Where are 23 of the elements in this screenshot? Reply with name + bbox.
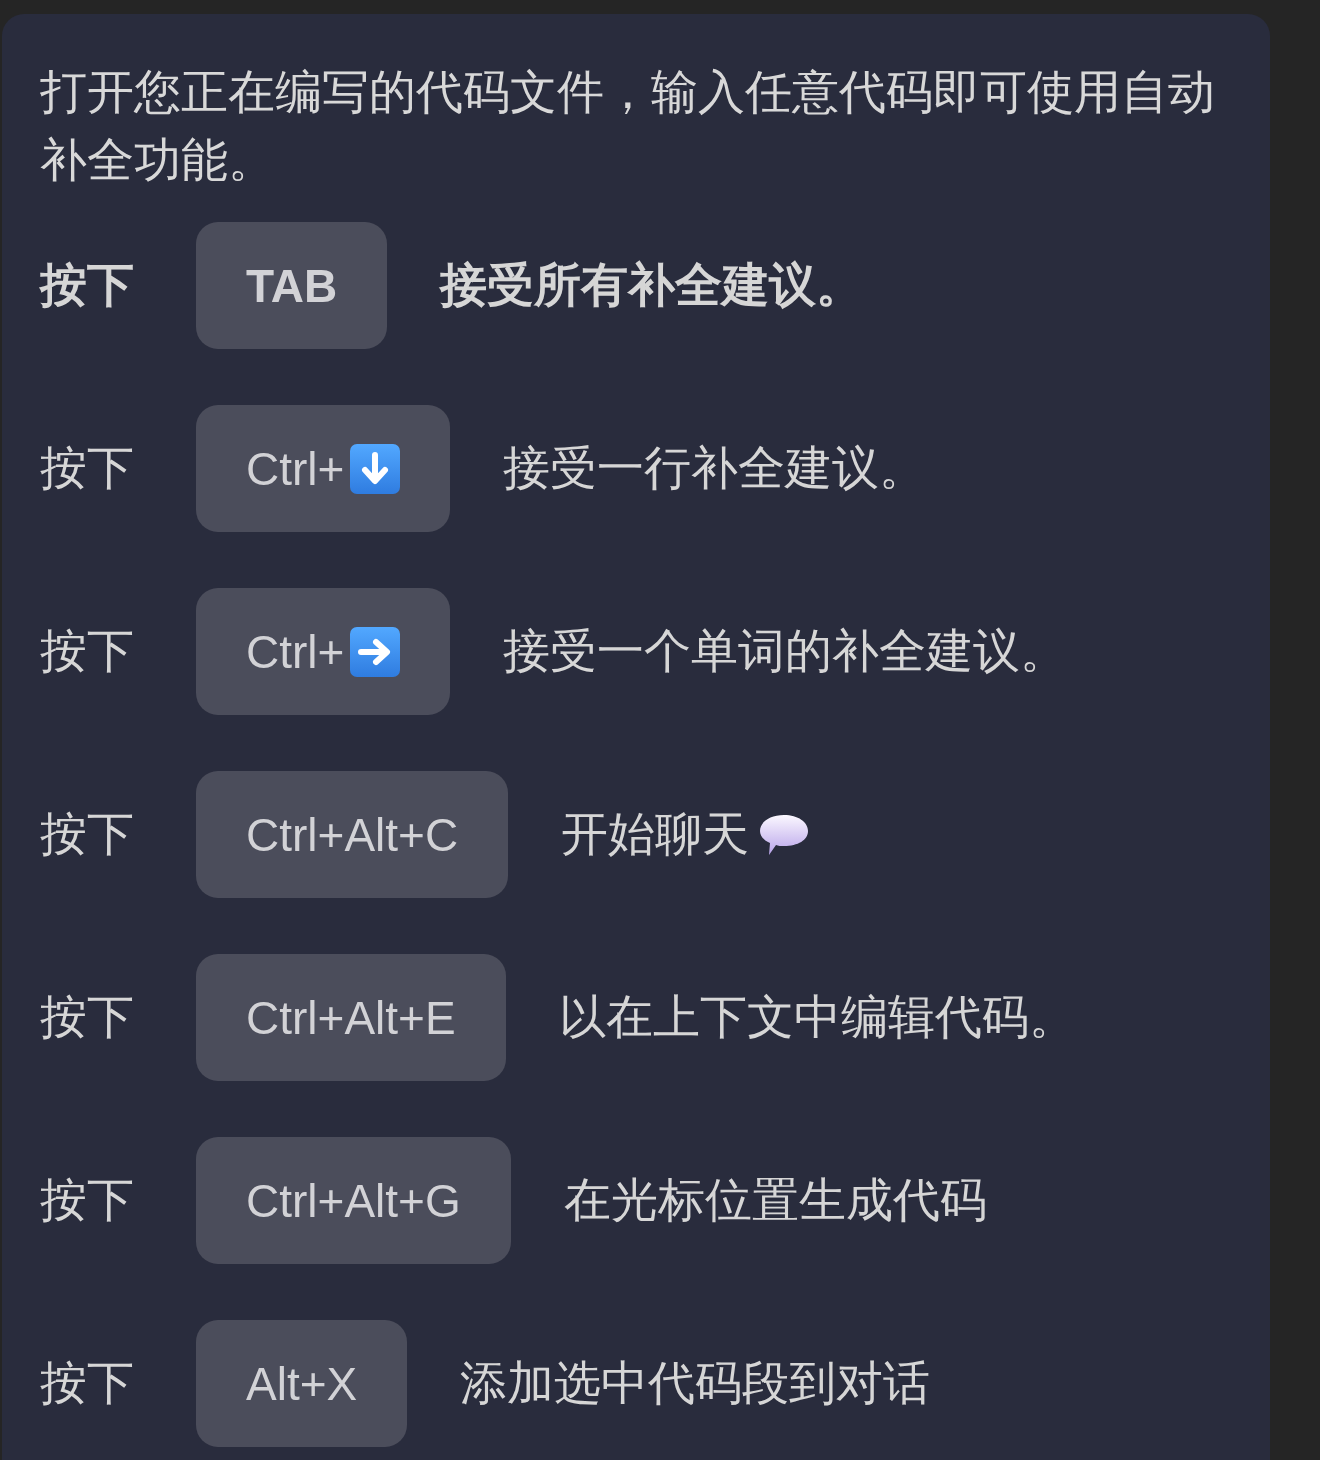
key-label: Ctrl+ [246, 624, 345, 679]
key-label: Ctrl+ [246, 441, 345, 496]
key-label: TAB [246, 258, 338, 313]
intro-text: 打开您正在编写的代码文件，输入任意代码即可使用自动补全功能。 [40, 64, 1216, 188]
description-text: 以在上下文中编辑代码。 [558, 989, 1076, 1045]
key-label: Ctrl+Alt+C [246, 807, 459, 862]
speech-bubble-icon [759, 813, 810, 856]
description-text: 在光标位置生成代码 [563, 1172, 987, 1228]
press-label: 按下 [40, 989, 135, 1045]
key-label: Ctrl+Alt+G [246, 1173, 461, 1228]
description-text: 接受所有补全建议。 [440, 257, 864, 313]
description-text: 开始聊天 [561, 806, 750, 862]
description-text: 添加选中代码段到对话 [460, 1355, 931, 1411]
press-label: 按下 [40, 1172, 135, 1228]
description-text: 接受一个单词的补全建议。 [503, 623, 1068, 679]
key-label: Alt+X [246, 1356, 358, 1411]
press-label: 按下 [40, 440, 135, 496]
press-label: 按下 [40, 257, 135, 313]
press-label: 按下 [40, 806, 135, 862]
key-label: Ctrl+Alt+E [246, 990, 456, 1045]
press-label: 按下 [40, 623, 135, 679]
description-text: 接受一行补全建议。 [503, 440, 927, 496]
press-label: 按下 [40, 1355, 135, 1411]
